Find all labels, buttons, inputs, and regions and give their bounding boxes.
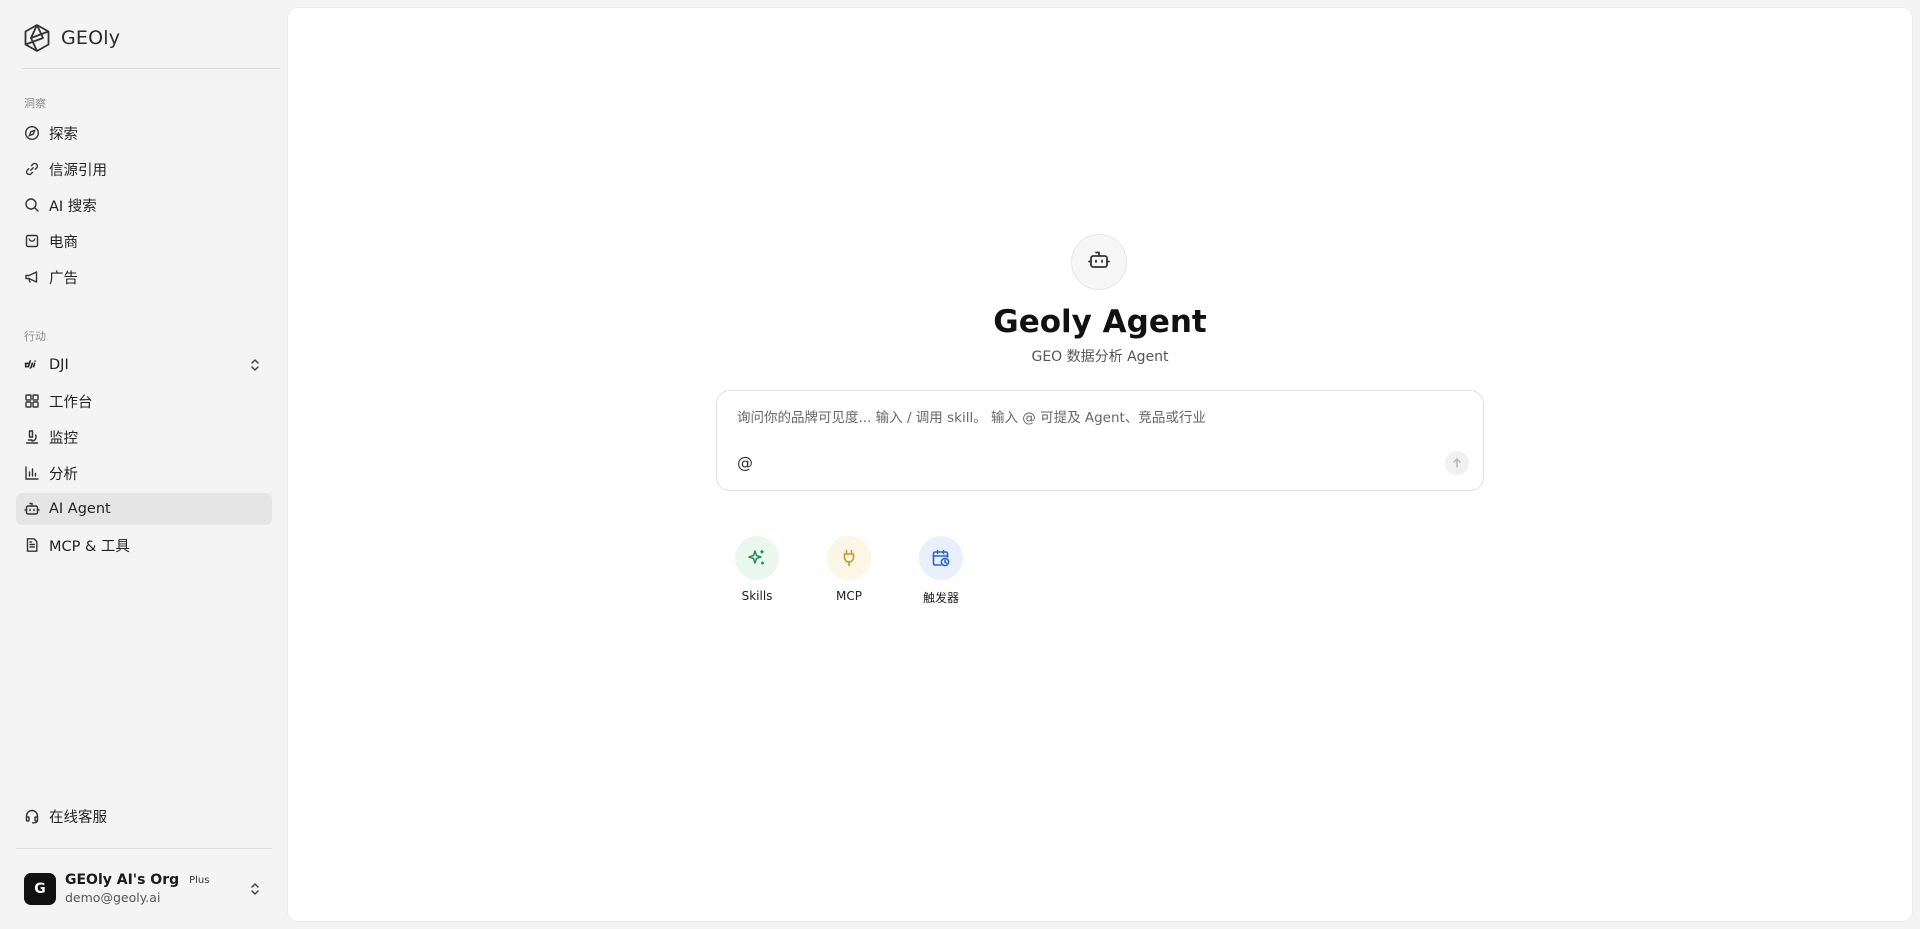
page-title: Geoly Agent [993, 304, 1207, 340]
sidebar-item-support[interactable]: 在线客服 [16, 800, 272, 832]
chat-input[interactable] [737, 410, 1457, 426]
org-name-row: GEOly AI's Org Plus [65, 872, 209, 888]
main-panel: Geoly Agent GEO 数据分析 Agent @ Skills MCP [288, 8, 1912, 921]
arrow-up-icon [1451, 454, 1463, 473]
bot-icon [1087, 248, 1111, 276]
search-icon [24, 197, 40, 213]
sidebar-item-mcp-tools[interactable]: MCP & 工具 [16, 529, 272, 561]
section-label-insight: 洞察 [24, 97, 46, 110]
sidebar-item-ai-search[interactable]: AI 搜索 [16, 189, 272, 221]
sidebar-item-label: 监控 [49, 430, 78, 447]
sidebar-item-monitor[interactable]: 监控 [16, 421, 272, 453]
org-name: GEOly AI's Org [65, 872, 180, 889]
sparkles-icon [735, 536, 779, 580]
sidebar-item-label: 在线客服 [49, 809, 107, 826]
quick-action-skills[interactable]: Skills [722, 536, 792, 603]
sidebar-item-label: 广告 [49, 270, 78, 287]
quick-action-label: Skills [741, 589, 773, 603]
sidebar-item-label: MCP & 工具 [49, 538, 130, 555]
page-subtitle: GEO 数据分析 Agent [1031, 349, 1169, 365]
plug-icon [827, 536, 871, 580]
sidebar-item-label: 工作台 [49, 394, 93, 411]
sidebar-item-label: AI 搜索 [49, 198, 97, 215]
quick-action-label: MCP [836, 589, 862, 603]
org-switcher[interactable]: G GEOly AI's Org Plus demo@geoly.ai [16, 866, 272, 912]
section-label-action: 行动 [24, 330, 46, 343]
bar-chart-icon [24, 465, 40, 481]
sidebar-item-label: 分析 [49, 466, 78, 483]
headset-icon [24, 808, 40, 824]
org-email: demo@geoly.ai [65, 890, 161, 906]
dji-logo-icon [24, 357, 40, 373]
sidebar-item-label: 电商 [49, 234, 78, 251]
sidebar-bottom-divider [16, 848, 272, 849]
link-icon [24, 161, 40, 177]
shopping-bag-icon [24, 233, 40, 249]
calendar-clock-icon [919, 536, 963, 580]
app: GEOly 洞察 探索 信源引用 AI 搜索 电商 广告 行动 DJI 工作台 … [0, 0, 1920, 929]
sidebar-item-citations[interactable]: 信源引用 [16, 153, 272, 185]
sidebar-item-ai-agent[interactable]: AI Agent [16, 493, 272, 525]
sidebar-item-ecommerce[interactable]: 电商 [16, 225, 272, 257]
geoly-logo-icon [22, 23, 52, 53]
plan-badge: Plus [189, 874, 210, 886]
brand-switcher-label: DJI [49, 357, 69, 373]
chat-composer: @ [716, 390, 1484, 491]
sidebar-item-workbench[interactable]: 工作台 [16, 385, 272, 417]
send-button[interactable] [1445, 451, 1469, 475]
chevrons-up-down-icon [248, 881, 262, 897]
sidebar-item-label: 探索 [49, 126, 78, 143]
sidebar: GEOly 洞察 探索 信源引用 AI 搜索 电商 广告 行动 DJI 工作台 … [0, 0, 287, 929]
compass-icon [24, 125, 40, 141]
quick-action-label: 触发器 [922, 591, 959, 605]
sidebar-item-analysis[interactable]: 分析 [16, 457, 272, 489]
brand-divider [22, 68, 280, 69]
file-text-icon [24, 537, 40, 553]
sidebar-item-explore[interactable]: 探索 [16, 117, 272, 149]
sidebar-item-label: AI Agent [49, 501, 111, 517]
brand[interactable]: GEOly [22, 22, 120, 54]
quick-action-mcp[interactable]: MCP [814, 536, 884, 603]
sidebar-item-label: 信源引用 [49, 162, 107, 179]
org-avatar: G [24, 873, 56, 905]
megaphone-icon [24, 269, 40, 285]
brand-name: GEOly [61, 27, 121, 49]
microscope-icon [24, 429, 40, 445]
quick-action-triggers[interactable]: 触发器 [906, 536, 976, 606]
org-info: GEOly AI's Org Plus demo@geoly.ai [65, 872, 209, 905]
mention-button[interactable]: @ [737, 453, 753, 472]
agent-avatar [1071, 234, 1127, 290]
brand-switcher[interactable]: DJI [16, 349, 272, 381]
bot-icon [24, 501, 40, 517]
grid-icon [24, 393, 40, 409]
chevrons-up-down-icon [248, 357, 262, 373]
sidebar-item-ads[interactable]: 广告 [16, 261, 272, 293]
